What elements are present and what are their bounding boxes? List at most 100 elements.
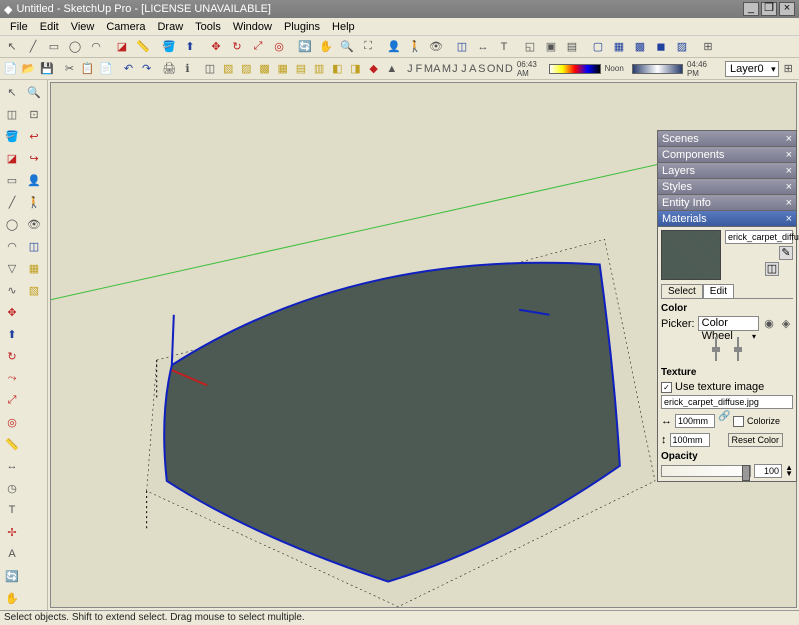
new-icon[interactable]: 📄 — [2, 59, 19, 79]
followme-tool-icon[interactable]: ⤳ — [2, 368, 22, 388]
undo-icon[interactable]: ↶ — [120, 59, 137, 79]
scale-icon[interactable]: ⤢ — [248, 37, 268, 57]
component-tool-icon[interactable]: ◫ — [2, 104, 22, 124]
line-icon[interactable]: ╱ — [23, 37, 43, 57]
material-name-field[interactable]: erick_carpet_diffuse — [725, 230, 793, 244]
scale-tool-icon[interactable]: ⤢ — [2, 390, 22, 410]
walk-tool-icon[interactable]: 🚶 — [24, 192, 44, 212]
menu-view[interactable]: View — [65, 21, 101, 33]
tab-select[interactable]: Select — [661, 284, 703, 298]
face-style-4-icon[interactable]: ◼ — [651, 37, 671, 57]
panel-layers[interactable]: Layers× — [657, 162, 797, 178]
picker-dropdown[interactable]: Color Wheel — [698, 316, 759, 331]
xray-icon[interactable]: ⊞ — [698, 37, 718, 57]
colorize-checkbox[interactable] — [733, 416, 744, 427]
menu-plugins[interactable]: Plugins — [278, 21, 326, 33]
close-button[interactable]: × — [779, 2, 795, 16]
circle-icon[interactable]: ◯ — [65, 37, 85, 57]
layer-manager-icon[interactable]: ⊞ — [780, 59, 797, 79]
eraser-tool-icon[interactable]: ◪ — [2, 148, 22, 168]
axes-tool-icon[interactable]: ✢ — [2, 522, 22, 542]
opacity-slider[interactable] — [661, 465, 751, 477]
stamp-tool-icon[interactable]: ▧ — [24, 280, 44, 300]
pan-icon[interactable]: ✋ — [316, 37, 336, 57]
pan-tool-icon[interactable]: ✋ — [2, 588, 22, 608]
paste-icon[interactable]: 📄 — [97, 59, 114, 79]
style8-icon[interactable]: ◨ — [347, 59, 364, 79]
pushpull-tool-icon[interactable]: ⬆ — [2, 324, 22, 344]
style7-icon[interactable]: ◧ — [329, 59, 346, 79]
lock-aspect-icon[interactable]: 🔗 — [718, 411, 730, 431]
material-swatch[interactable] — [661, 230, 721, 280]
position-cam-tool-icon[interactable]: 👤 — [24, 170, 44, 190]
face-style-3-icon[interactable]: ▩ — [630, 37, 650, 57]
copy-icon[interactable]: 📋 — [79, 59, 96, 79]
walk-icon[interactable]: 🚶 — [405, 37, 425, 57]
top-icon[interactable]: ▣ — [541, 37, 561, 57]
use-texture-checkbox[interactable]: ✓ — [661, 382, 672, 393]
freehand-tool-icon[interactable]: ∿ — [2, 280, 22, 300]
zoom-tool-icon[interactable]: 🔍 — [24, 82, 44, 102]
next-view-tool-icon[interactable]: ↪ — [24, 148, 44, 168]
rotate-tool-icon[interactable]: ↻ — [2, 346, 22, 366]
redo-icon[interactable]: ↷ — [138, 59, 155, 79]
section-tool-icon[interactable]: ◫ — [24, 236, 44, 256]
3dtext-tool-icon[interactable]: A — [2, 544, 22, 564]
opacity-value-field[interactable] — [754, 464, 782, 478]
arc-tool-icon[interactable]: ◠ — [2, 236, 22, 256]
paint-tool-icon[interactable]: 🪣 — [2, 126, 22, 146]
menu-help[interactable]: Help — [326, 21, 361, 33]
look-tool-icon[interactable]: 👁 — [24, 214, 44, 234]
polygon-tool-icon[interactable]: ▽ — [2, 258, 22, 278]
style2-icon[interactable]: ▨ — [238, 59, 255, 79]
protractor-tool-icon[interactable]: ◷ — [2, 478, 22, 498]
menu-tools[interactable]: Tools — [189, 21, 227, 33]
offset-icon[interactable]: ◎ — [269, 37, 289, 57]
section-icon[interactable]: ◫ — [452, 37, 472, 57]
rotate-icon[interactable]: ↻ — [227, 37, 247, 57]
eyedropper-icon[interactable]: ✎ — [779, 246, 793, 260]
texture-file-field[interactable] — [661, 395, 793, 409]
move-tool-icon[interactable]: ✥ — [2, 302, 22, 322]
opacity-spinner[interactable]: ▲▼ — [785, 465, 793, 477]
tape-icon[interactable]: 📏 — [133, 37, 153, 57]
make-component-icon[interactable]: ◫ — [201, 59, 218, 79]
picker-match-icon[interactable]: ◉ — [762, 317, 776, 331]
style4-icon[interactable]: ▦ — [274, 59, 291, 79]
save-icon[interactable]: 💾 — [38, 59, 55, 79]
select-icon[interactable]: ↖ — [2, 37, 22, 57]
offset-tool-icon[interactable]: ◎ — [2, 412, 22, 432]
text-icon[interactable]: T — [494, 37, 514, 57]
paint-icon[interactable]: 🪣 — [159, 37, 179, 57]
text-tool-icon[interactable]: T — [2, 500, 22, 520]
sandbox-tool-icon[interactable]: ▦ — [24, 258, 44, 278]
open-icon[interactable]: 📂 — [20, 59, 37, 79]
iso-icon[interactable]: ◱ — [520, 37, 540, 57]
picker-match2-icon[interactable]: ◈ — [779, 317, 793, 331]
shadow-month-slider[interactable] — [549, 64, 600, 74]
menu-camera[interactable]: Camera — [100, 21, 151, 33]
menu-draw[interactable]: Draw — [151, 21, 189, 33]
orbit-icon[interactable]: 🔄 — [295, 37, 315, 57]
texture-height-field[interactable] — [670, 433, 710, 447]
dim-tool-icon[interactable]: ↔ — [2, 456, 22, 476]
menu-file[interactable]: File — [4, 21, 34, 33]
face-style-5-icon[interactable]: ▨ — [672, 37, 692, 57]
panel-materials-header[interactable]: Materials× — [657, 210, 797, 226]
orbit-tool-icon[interactable]: 🔄 — [2, 566, 22, 586]
move-icon[interactable]: ✥ — [206, 37, 226, 57]
rectangle-icon[interactable]: ▭ — [44, 37, 64, 57]
style3-icon[interactable]: ▩ — [256, 59, 273, 79]
cut-icon[interactable]: ✂ — [61, 59, 78, 79]
face-style-1-icon[interactable]: ▢ — [588, 37, 608, 57]
zoom-extents-icon[interactable]: ⛶ — [358, 37, 378, 57]
front-icon[interactable]: ▤ — [562, 37, 582, 57]
look-icon[interactable]: 👁 — [426, 37, 446, 57]
select-tool-icon[interactable]: ↖ — [2, 82, 22, 102]
style1-icon[interactable]: ▧ — [220, 59, 237, 79]
menu-window[interactable]: Window — [227, 21, 278, 33]
tape-tool-icon[interactable]: 📏 — [2, 434, 22, 454]
panel-entity-info[interactable]: Entity Info× — [657, 194, 797, 210]
menu-edit[interactable]: Edit — [34, 21, 65, 33]
circle-tool-icon[interactable]: ◯ — [2, 214, 22, 234]
